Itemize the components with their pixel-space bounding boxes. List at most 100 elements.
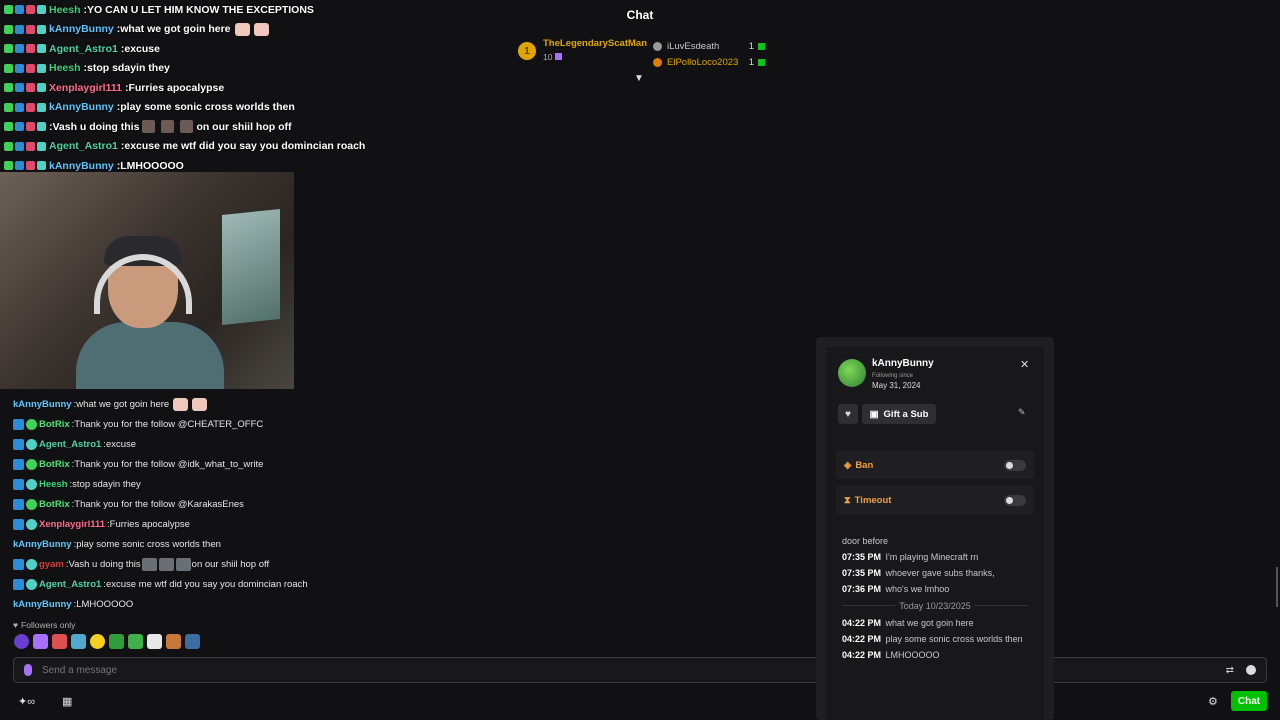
badge-icon xyxy=(4,24,13,34)
badge-icon xyxy=(4,102,13,112)
streamer-webcam xyxy=(0,172,294,389)
badge-icon xyxy=(15,102,24,112)
badge-icon xyxy=(15,161,24,171)
ban-row[interactable]: ◈ Ban xyxy=(836,451,1034,479)
emote-2[interactable] xyxy=(33,634,48,649)
history-time: 07:36 PM xyxy=(842,584,882,594)
history-message: 04:22 PM what we got goin here xyxy=(842,618,1028,629)
gold-medal-icon: 1 xyxy=(518,42,536,60)
chat-message-text: play some sonic cross worlds then xyxy=(76,538,221,550)
emote-9[interactable] xyxy=(166,634,181,649)
chat-username[interactable]: Heesh xyxy=(39,479,68,490)
badge-icon xyxy=(26,44,35,54)
emote-1[interactable] xyxy=(14,634,29,649)
gift-sub-button[interactable]: ▣ Gift a Sub xyxy=(862,404,936,424)
sub-badge-icon xyxy=(758,42,765,50)
badge-icon xyxy=(15,141,24,151)
chat-username[interactable]: Agent_Astro1 xyxy=(39,579,101,590)
overlay-username[interactable]: Agent_Astro1 xyxy=(49,43,118,55)
overlay-username[interactable]: kAnnyBunny xyxy=(49,101,114,113)
points-icon[interactable]: ✦∞ xyxy=(18,695,35,708)
timeout-row[interactable]: ⧗ Timeout xyxy=(836,486,1034,514)
badge-group xyxy=(4,44,46,54)
badge-icon xyxy=(26,578,37,590)
emote-10[interactable] xyxy=(185,634,200,649)
follow-heart-button[interactable]: ♥ xyxy=(838,404,858,424)
history-text: I'm playing Minecraft rn xyxy=(883,552,979,562)
badge-group xyxy=(4,161,46,171)
chat-username[interactable]: Xenplaygirl111 xyxy=(39,519,105,530)
overlay-username[interactable]: Heesh xyxy=(49,4,81,16)
chat-send-button[interactable]: Chat xyxy=(1231,691,1267,711)
badge-icon xyxy=(26,498,37,510)
history-message: 07:35 PM I'm playing Minecraft rn xyxy=(842,552,1028,563)
mic-icon[interactable] xyxy=(24,664,32,676)
history-text: whoever gave subs thanks, xyxy=(883,568,995,578)
badge-icon xyxy=(37,161,46,171)
chat-message: Xenplaygirl111: Furries apocalypse xyxy=(13,514,813,534)
emote-5[interactable] xyxy=(90,634,105,649)
chat-message-list: kAnnyBunny: what we got goin here BotRix:… xyxy=(13,394,813,614)
emote-6[interactable] xyxy=(109,634,124,649)
badge-icon xyxy=(37,5,46,15)
chat-message: BotRix: Thank you for the follow @idk_wh… xyxy=(13,454,813,474)
history-message: 04:22 PM LMHOOOOO xyxy=(842,650,1028,661)
emote-4[interactable] xyxy=(71,634,86,649)
badge-group xyxy=(4,63,46,73)
chat-username[interactable]: gyam xyxy=(39,559,64,570)
chat-username[interactable]: Agent_Astro1 xyxy=(39,439,101,450)
webcam-window xyxy=(222,208,280,326)
overlay-chat-line: Agent_Astro1: excuse xyxy=(4,39,424,59)
badge-icon xyxy=(13,518,24,530)
store-icon[interactable]: ▦ xyxy=(62,695,72,708)
collapse-icon[interactable]: ▼ xyxy=(634,73,644,84)
badge-group xyxy=(4,141,46,151)
emote-icon xyxy=(161,120,175,134)
badge-icon xyxy=(26,141,35,151)
close-icon[interactable]: ✕ xyxy=(1020,358,1029,371)
overlay-username[interactable]: kAnnyBunny xyxy=(49,23,114,35)
emote-8[interactable] xyxy=(147,634,162,649)
settings-icon[interactable]: ⚙ xyxy=(1208,695,1218,708)
badge-group xyxy=(4,122,46,132)
chat-username[interactable]: kAnnyBunny xyxy=(13,539,72,550)
timeout-toggle[interactable] xyxy=(1004,494,1026,506)
emote-bar xyxy=(14,634,200,649)
chat-username[interactable]: BotRix xyxy=(39,499,70,510)
overlay-username[interactable]: Heesh xyxy=(49,62,81,74)
overlay-username[interactable]: Xenplaygirl111 xyxy=(49,82,122,94)
badge-icon xyxy=(26,122,35,132)
ban-toggle[interactable] xyxy=(1004,459,1026,471)
overlay-message-text: play some sonic cross worlds then xyxy=(120,101,295,114)
history-time: 07:35 PM xyxy=(842,552,882,562)
sub-badge-icon xyxy=(758,58,765,66)
overlay-username[interactable]: kAnnyBunny xyxy=(49,160,114,172)
emoji-icon[interactable] xyxy=(1246,665,1256,675)
webcam-streamer xyxy=(76,234,224,389)
history-time: 04:22 PM xyxy=(842,618,882,628)
translate-icon[interactable]: ⇄ xyxy=(1226,665,1234,676)
scrollbar[interactable] xyxy=(1276,567,1278,607)
emote-7[interactable] xyxy=(128,634,143,649)
badge-icon xyxy=(13,498,24,510)
badge-icon xyxy=(13,558,24,570)
overlay-username[interactable]: Agent_Astro1 xyxy=(49,140,118,152)
badge-group xyxy=(4,83,46,93)
history-message: 07:35 PM whoever gave subs thanks, xyxy=(842,568,1028,579)
user-card-username[interactable]: kAnnyBunny xyxy=(872,358,934,369)
history-text: what we got goin here xyxy=(883,618,974,628)
leaderboard-top[interactable]: 1 TheLegendaryScatMan 10 xyxy=(518,38,647,62)
emote-3[interactable] xyxy=(52,634,67,649)
overlay-message-text: what we got goin here xyxy=(120,23,231,36)
chat-username[interactable]: BotRix xyxy=(39,419,70,430)
pin-icon[interactable]: ✎ xyxy=(1018,407,1026,418)
chat-username[interactable]: kAnnyBunny xyxy=(13,599,72,610)
leaderboard-row[interactable]: ElPolloLoco2023 1 xyxy=(653,54,765,70)
chat-message: Agent_Astro1: excuse xyxy=(13,434,813,454)
chat-message-text: excuse me wtf did you say you domincian … xyxy=(105,578,308,590)
chat-username[interactable]: kAnnyBunny xyxy=(13,399,72,410)
chat-message: Heesh: stop sdayin they xyxy=(13,474,813,494)
chat-message: kAnnyBunny: play some sonic cross worlds… xyxy=(13,534,813,554)
chat-username[interactable]: BotRix xyxy=(39,459,70,470)
leaderboard-row[interactable]: iLuvEsdeath 1 xyxy=(653,38,765,54)
